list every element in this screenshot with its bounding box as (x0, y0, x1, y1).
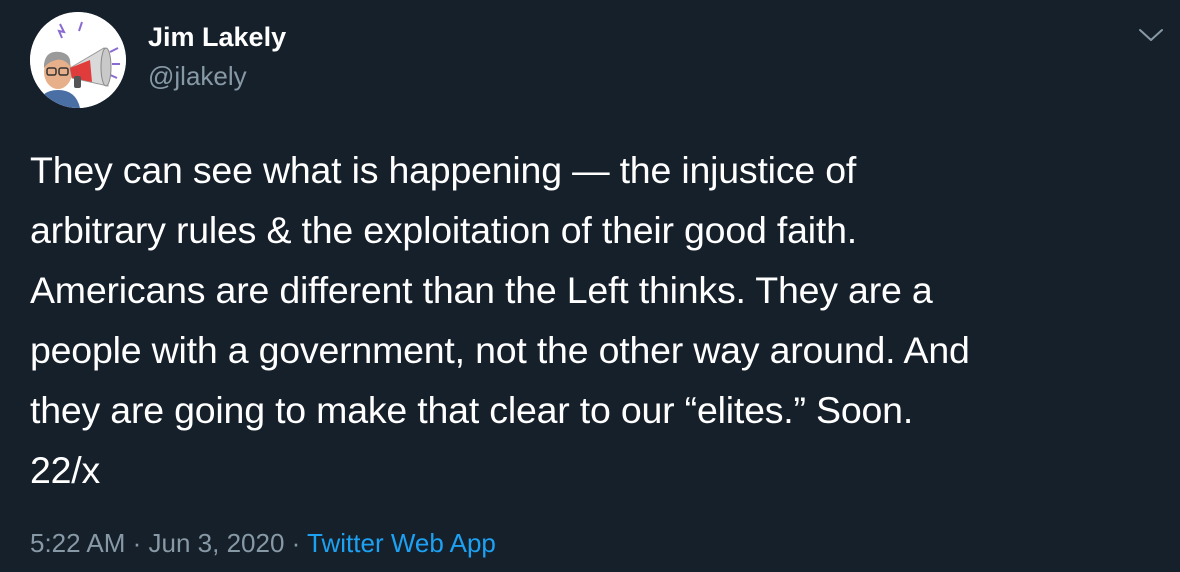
author-handle[interactable]: @jlakely (148, 61, 247, 92)
chevron-down-icon[interactable] (1136, 22, 1166, 46)
meta-separator: · (284, 528, 308, 558)
tweet-card: Jim Lakely @jlakely They can see what is… (0, 0, 1180, 572)
tweet-time[interactable]: 5:22 AM (30, 528, 125, 558)
avatar[interactable] (30, 12, 126, 108)
meta-separator: · (125, 528, 149, 558)
tweet-text: They can see what is happening — the inj… (30, 149, 970, 491)
megaphone-avatar-icon (30, 12, 126, 108)
tweet-date[interactable]: Jun 3, 2020 (149, 528, 285, 558)
tweet-source-link[interactable]: Twitter Web App (307, 528, 496, 558)
tweet-metadata: 5:22 AM · Jun 3, 2020 · Twitter Web App (30, 528, 496, 559)
author-name[interactable]: Jim Lakely (148, 22, 286, 53)
